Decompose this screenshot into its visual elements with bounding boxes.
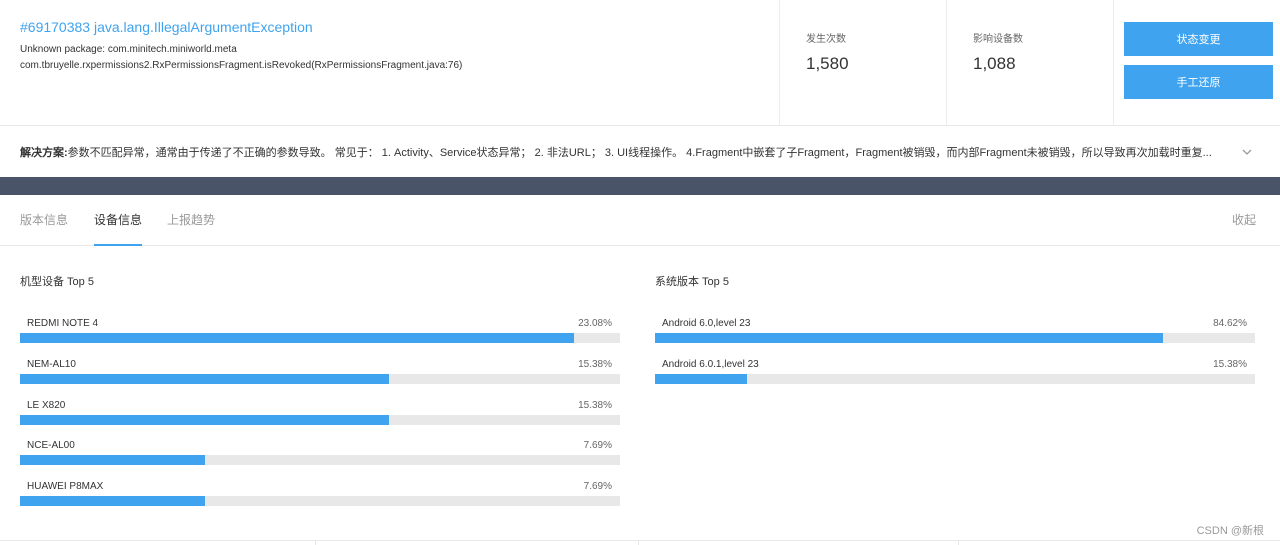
device-row: NCE-AL00 7.69% — [20, 439, 620, 480]
collapse-toggle[interactable]: 收起 — [1232, 195, 1256, 246]
device-bar-track — [20, 333, 620, 343]
device-panel-title: 机型设备 Top 5 — [20, 276, 94, 288]
os-version-name: Android 6.0,level 23 — [662, 318, 751, 329]
device-bar-track — [20, 414, 620, 425]
issue-summary: #69170383 java.lang.IllegalArgumentExcep… — [20, 18, 760, 74]
issue-title[interactable]: #69170383 java.lang.IllegalArgumentExcep… — [20, 18, 760, 36]
device-name: HUAWEI P8MAX — [27, 481, 104, 492]
device-name: REDMI NOTE 4 — [27, 318, 99, 329]
status-change-button[interactable]: 状态变更 — [1124, 22, 1273, 56]
affected-devices-value: 1,088 — [973, 54, 1016, 73]
device-row: NEM-AL10 15.38% — [20, 358, 620, 399]
solution-bar: 解决方案: 参数不匹配异常，通常由于传递了不正确的参数导致。 常见于： 1. A… — [0, 126, 1280, 177]
footer-divider — [0, 540, 1280, 541]
footer-tick — [958, 540, 959, 545]
issue-header: #69170383 java.lang.IllegalArgumentExcep… — [0, 0, 1280, 126]
os-panel-title: 系统版本 Top 5 — [655, 276, 729, 288]
device-name: NEM-AL10 — [27, 358, 76, 370]
footer-tick — [315, 540, 316, 545]
os-version-name: Android 6.0.1,level 23 — [662, 358, 759, 370]
affected-devices-label: 影响设备数 — [973, 34, 1023, 45]
device-bar-track — [20, 455, 620, 466]
device-row: REDMI NOTE 4 23.08% — [20, 317, 620, 358]
affected-devices-stat: 影响设备数 1,088 — [946, 0, 1113, 125]
os-version-row: Android 6.0,level 23 84.62% — [655, 317, 1255, 358]
device-bar-fill — [20, 496, 205, 506]
occurrences-label: 发生次数 — [806, 34, 846, 45]
issue-stack-line: com.tbruyelle.rxpermissions2.RxPermissio… — [20, 60, 463, 71]
device-percent: 7.69% — [583, 440, 612, 452]
device-percent: 23.08% — [578, 318, 612, 329]
device-name: NCE-AL00 — [27, 440, 75, 452]
watermark: CSDN @新根 — [1196, 525, 1264, 537]
os-version-bar-track — [655, 373, 1255, 384]
device-bar-fill — [20, 414, 390, 425]
device-bar-fill — [20, 333, 574, 343]
occurrences-stat: 发生次数 1,580 — [779, 0, 946, 125]
os-version-bar-fill — [655, 333, 1163, 343]
os-version-percent: 84.62% — [1213, 318, 1247, 329]
device-bar-fill — [20, 455, 205, 466]
device-row: LE X820 15.38% — [20, 399, 620, 440]
device-bar-fill — [20, 373, 390, 384]
device-bar-track — [20, 373, 620, 384]
action-panel: 状态变更 手工还原 — [1113, 0, 1280, 125]
tab-device-info[interactable]: 设备信息 — [94, 195, 143, 246]
solution-text: 参数不匹配异常，通常由于传递了不正确的参数导致。 常见于： 1. Activit… — [67, 146, 1212, 159]
device-row: HUAWEI P8MAX 7.69% — [20, 480, 620, 521]
device-name: LE X820 — [27, 399, 66, 411]
device-percent: 7.69% — [583, 481, 612, 492]
tab-version-info[interactable]: 版本信息 — [20, 195, 68, 246]
os-version-percent: 15.38% — [1213, 358, 1247, 370]
footer-tick — [638, 540, 639, 545]
chevron-down-icon[interactable] — [1240, 145, 1254, 159]
occurrences-value: 1,580 — [806, 54, 849, 73]
device-bar-track — [20, 496, 620, 506]
os-version-bar-track — [655, 333, 1255, 343]
os-version-bar-fill — [655, 373, 748, 384]
os-rows: Android 6.0,level 23 84.62% Android 6.0.1,… — [655, 317, 1255, 399]
os-version-row: Android 6.0.1,level 23 15.38% — [655, 358, 1255, 399]
tab-report-trend[interactable]: 上报趋势 — [167, 195, 215, 246]
issue-package-line: Unknown package: com.minitech.miniworld.… — [20, 44, 237, 55]
tab-bar: 版本信息 设备信息 上报趋势 收起 — [0, 195, 1280, 246]
manual-restore-button[interactable]: 手工还原 — [1124, 65, 1273, 99]
device-percent: 15.38% — [578, 399, 612, 411]
device-rows: REDMI NOTE 4 23.08% NEM-AL10 15.38% LE X820 1… — [20, 317, 620, 521]
solution-label: 解决方案: — [20, 146, 68, 159]
section-divider-band — [0, 177, 1280, 195]
device-percent: 15.38% — [578, 358, 612, 370]
